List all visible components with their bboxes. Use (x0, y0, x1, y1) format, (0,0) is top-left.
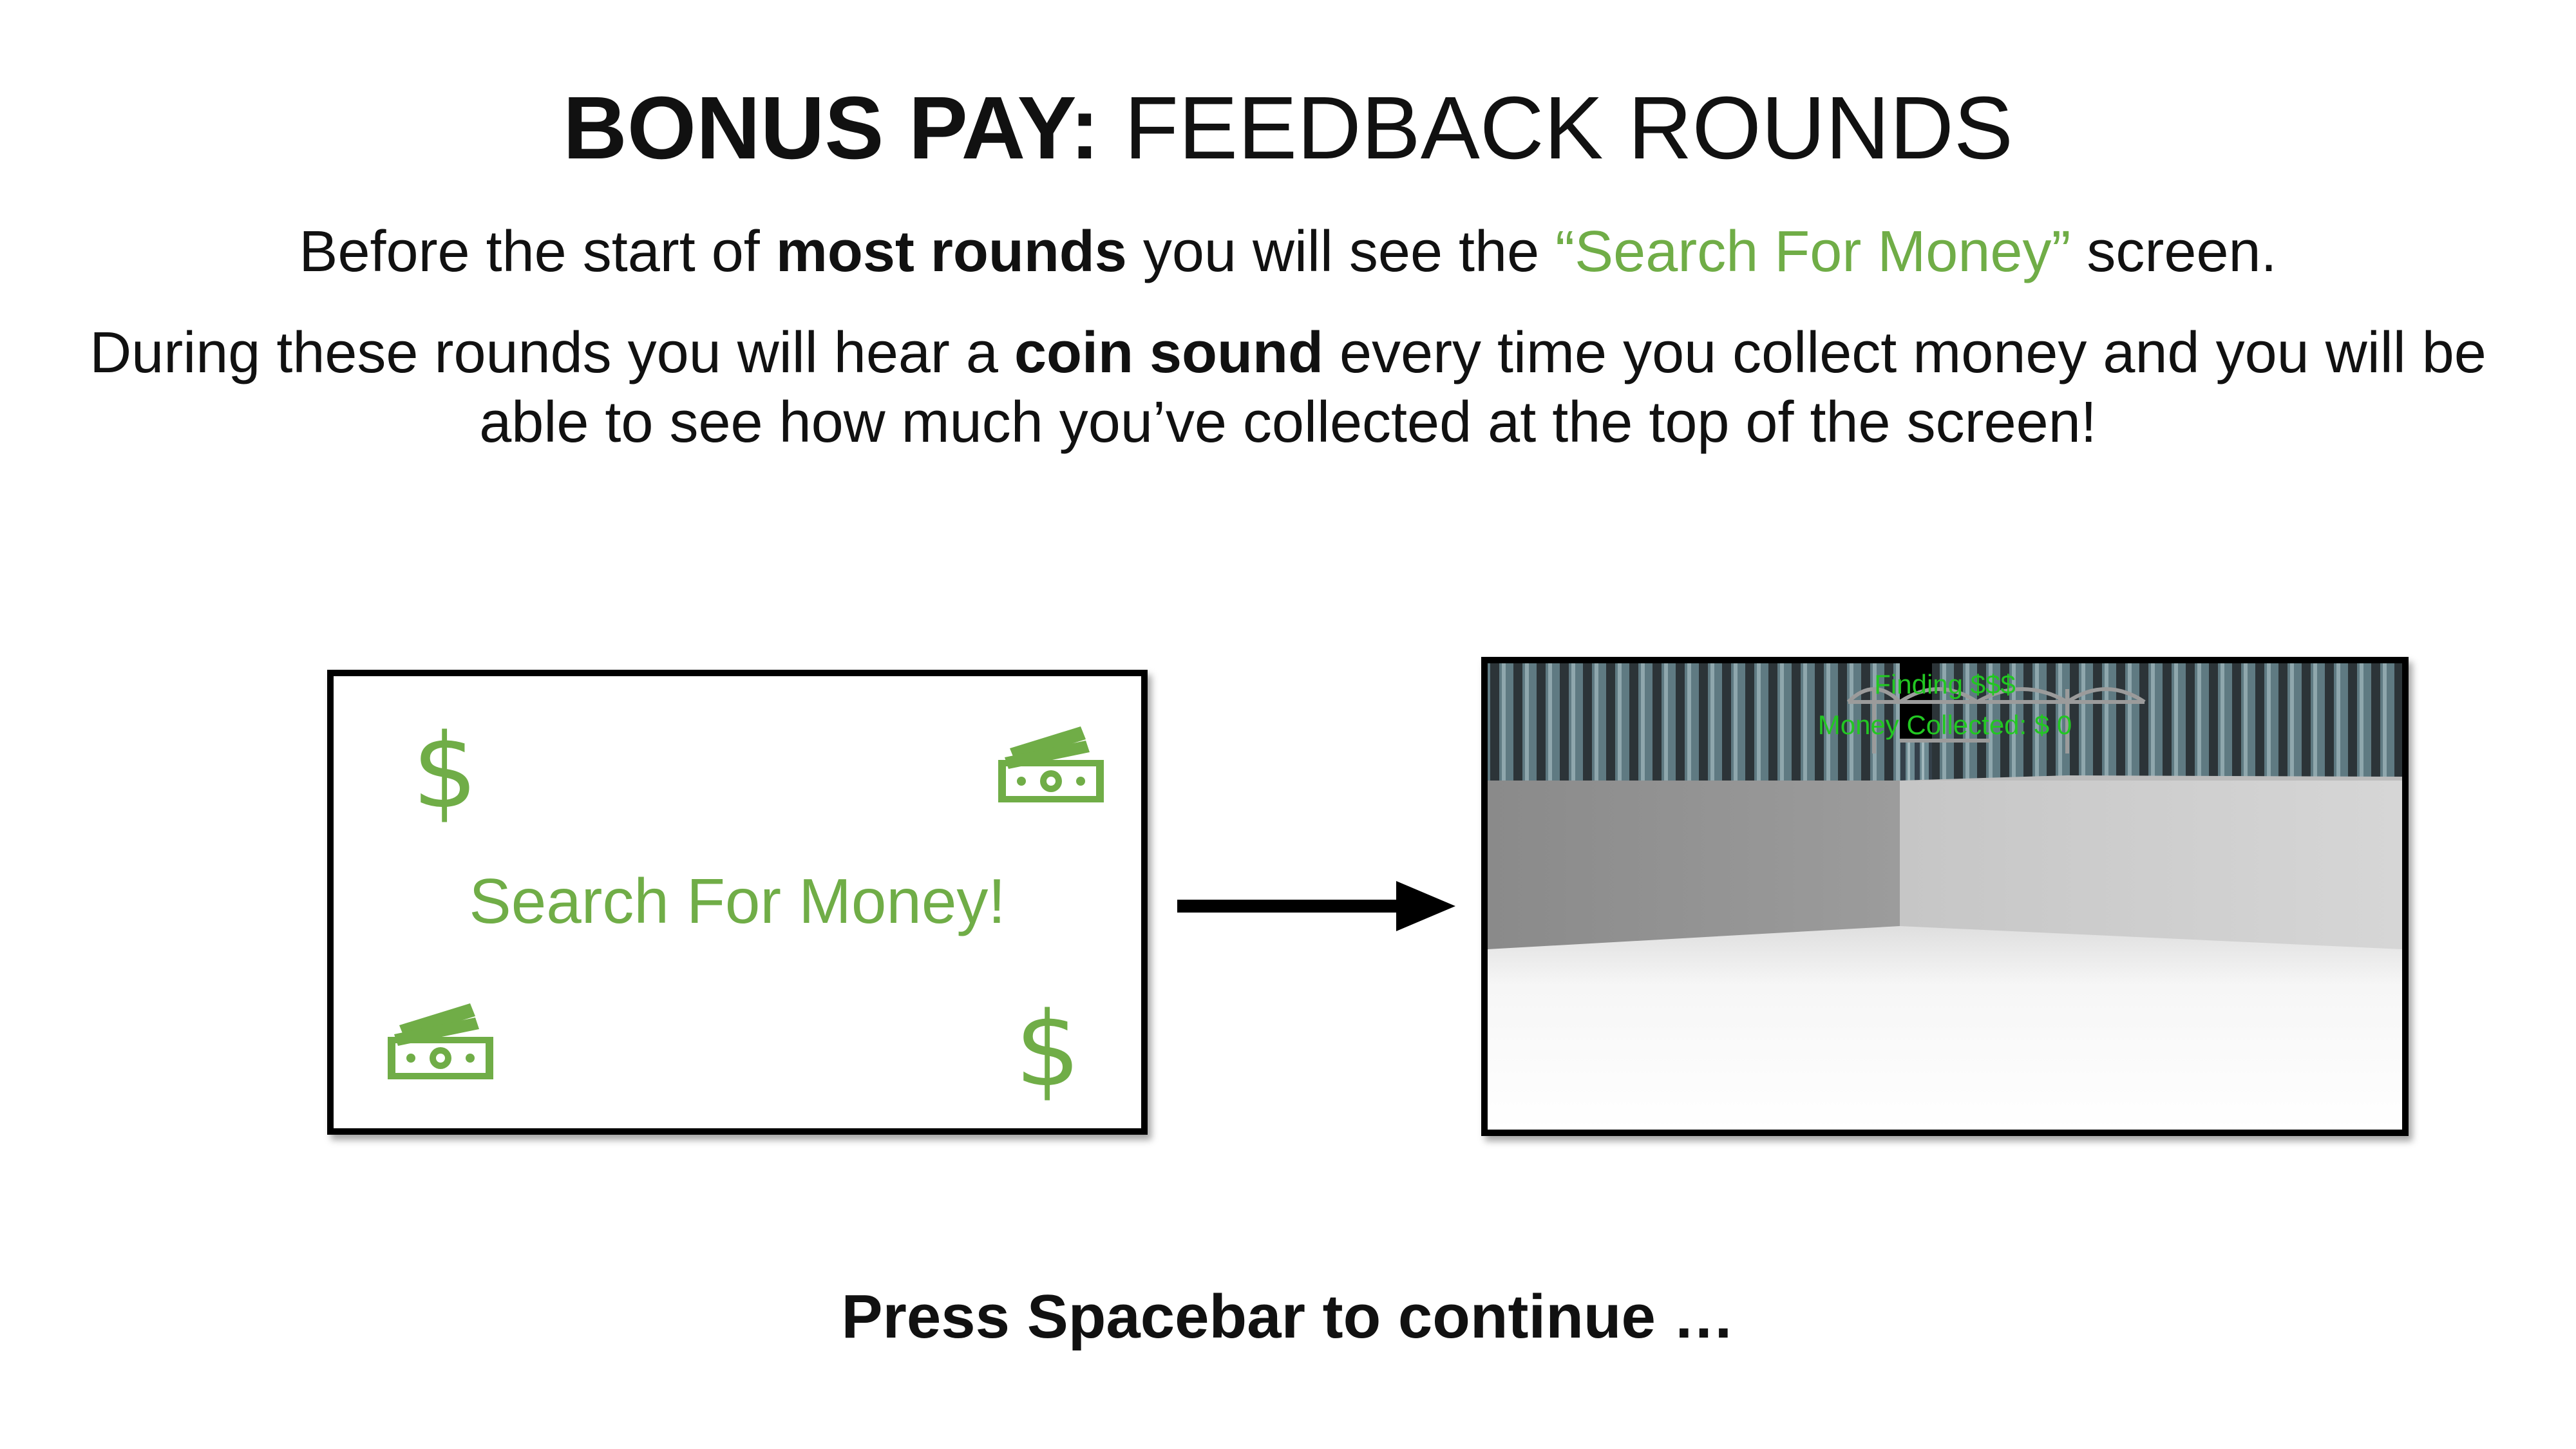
title-bold: BONUS PAY: (563, 79, 1100, 178)
instruction-emphasis: coin sound (1014, 321, 1323, 385)
dollar-sign-icon: $ (1015, 989, 1081, 1110)
instruction-line-2: During these rounds you will hear a coin… (64, 318, 2512, 457)
instruction-text: During these rounds you will hear a (90, 321, 1014, 385)
instruction-emphasis: most rounds (775, 220, 1127, 284)
instruction-text: Before the start of (299, 220, 776, 284)
search-for-money-label: Search For Money! (469, 866, 1006, 936)
title-rest: FEEDBACK ROUNDS (1124, 79, 2013, 178)
right-arrow-icon (1177, 881, 1455, 931)
instruction-text: screen. (2070, 220, 2277, 284)
dollar-sign-icon: $ (412, 711, 478, 831)
hud-finding-text: Finding $$$ (1874, 669, 2016, 699)
search-for-money-card: $ Search For Money! $ (327, 670, 1148, 1135)
game-preview-screenshot: Finding $$$ Money Collected: $ 0 (1481, 657, 2409, 1136)
money-bills-icon (388, 1003, 493, 1079)
money-bills-icon (998, 726, 1104, 802)
instruction-line-1: Before the start of most rounds you will… (64, 217, 2512, 287)
page-title: BONUS PAY: FEEDBACK ROUNDS (0, 77, 2576, 180)
search-for-money-highlight: “Search For Money” (1555, 220, 2071, 284)
hud-money-collected: Money Collected: $ 0 (1817, 710, 2072, 740)
continue-prompt: Press Spacebar to continue … (841, 1282, 1735, 1351)
instruction-text: you will see the (1126, 220, 1556, 284)
